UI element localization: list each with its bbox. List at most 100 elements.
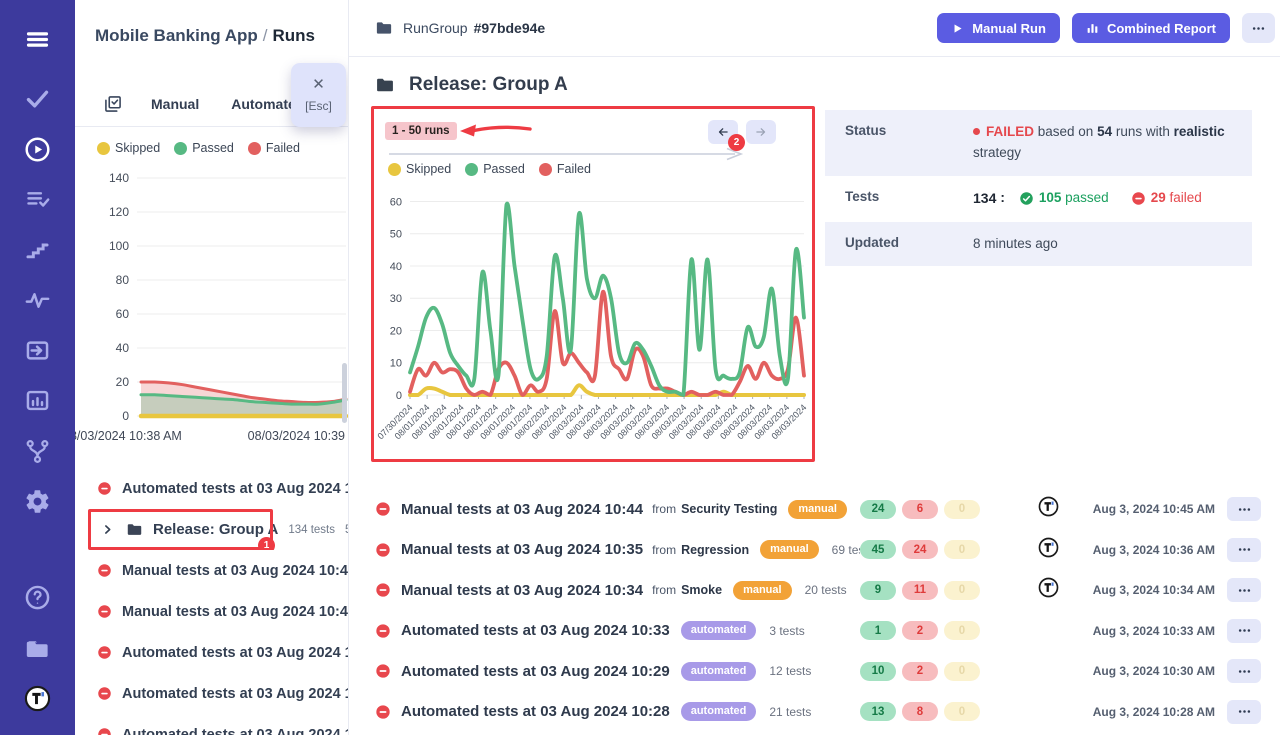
failed-chip: 2 — [902, 621, 938, 640]
app-root: Mobile Banking App/Runs Manual Automated… — [0, 0, 1280, 735]
skipped-dot-icon — [97, 142, 110, 155]
run-more-button[interactable] — [1227, 700, 1261, 724]
run-row[interactable]: Automated tests at 03 Aug 2024 10:28auto… — [375, 692, 1261, 733]
ellipsis-icon — [1237, 542, 1252, 557]
project-title[interactable]: Mobile Banking App — [95, 26, 258, 45]
legend-item-failed[interactable]: Failed — [539, 162, 591, 176]
sidebar-item-list-check[interactable] — [23, 186, 53, 213]
failed-status-icon — [97, 645, 112, 660]
ellipsis-icon — [1237, 664, 1252, 679]
next-page-button[interactable] — [746, 120, 776, 144]
combined-report-label: Combined Report — [1107, 21, 1216, 36]
run-list-item[interactable]: Automated tests at 03 Aug 2024 10 — [75, 673, 348, 714]
run-more-button[interactable] — [1227, 538, 1261, 562]
legend-item-passed[interactable]: Passed — [465, 162, 525, 176]
legend-item-skipped[interactable]: Skipped — [97, 141, 160, 155]
sidebar-item-logo[interactable] — [23, 685, 53, 712]
run-label: Automated tests at 03 Aug 2024 10 — [122, 645, 348, 661]
breadcrumb-separator: / — [258, 26, 273, 45]
run-result-chips: 9110 — [860, 581, 980, 600]
failed-chip: 2 — [902, 662, 938, 681]
run-list-item[interactable]: Automated tests at 03 Aug 2024 10 — [75, 632, 348, 673]
run-result-chips: 1380 — [860, 702, 980, 721]
legend-label: Passed — [483, 162, 525, 176]
run-more-button[interactable] — [1227, 497, 1261, 521]
passed-chip: 1 — [860, 621, 896, 640]
sidebar-item-menu[interactable] — [23, 26, 53, 53]
legend-item-failed[interactable]: Failed — [248, 141, 300, 155]
sidebar-item-projects[interactable] — [23, 634, 53, 661]
run-group-tests-count: 134 tests — [288, 524, 335, 536]
run-list-item[interactable]: Automated tests at 03 Aug 2024 10 — [75, 468, 348, 509]
sidebar-item-sign-in[interactable] — [23, 337, 53, 364]
legend-item-passed[interactable]: Passed — [174, 141, 234, 155]
run-source: Security Testing — [681, 502, 777, 516]
run-more-button[interactable] — [1227, 578, 1261, 602]
folder-icon — [375, 75, 395, 95]
updated-row: Updated 8 minutes ago — [825, 222, 1252, 267]
run-title: Automated tests at 03 Aug 2024 10:29 — [401, 663, 670, 680]
sidebar-item-play-circle[interactable] — [23, 136, 53, 163]
status-run-count: 54 — [1097, 124, 1112, 139]
mini-chart-x-axis: 08/03/2024 10:38 AM 08/03/2024 10:39 — [75, 429, 345, 443]
run-list-item[interactable]: Manual tests at 03 Aug 2024 10:43 — [75, 550, 348, 591]
sidebar-item-help[interactable] — [23, 584, 53, 611]
run-row[interactable]: Manual tests at 03 Aug 2024 10:44fromSec… — [375, 489, 1261, 530]
sidebar-item-check[interactable] — [23, 85, 53, 112]
close-icon[interactable]: ✕ — [312, 77, 325, 92]
legend-item-skipped[interactable]: Skipped — [388, 162, 451, 176]
failed-chip: 8 — [902, 702, 938, 721]
tests-value: 134: 105 passed 29 failed — [973, 188, 1202, 210]
run-row[interactable]: Automated tests at 03 Aug 2024 10:29 auto… — [375, 651, 1261, 692]
svg-text:80: 80 — [116, 273, 130, 287]
legend-label: Failed — [557, 162, 591, 176]
failed-status-icon — [375, 623, 391, 639]
run-from-label: from — [652, 583, 676, 597]
run-row[interactable]: Automated tests at 03 Aug 2024 10:33auto… — [375, 611, 1261, 652]
run-row-main: Manual tests at 03 Aug 2024 10:35fromReg… — [375, 540, 860, 559]
run-row-main: Manual tests at 03 Aug 2024 10:44fromSec… — [375, 500, 860, 519]
run-row[interactable]: Manual tests at 03 Aug 2024 10:35fromReg… — [375, 530, 1261, 571]
release-overview: 1 - 50 runs 2 — [349, 106, 1280, 462]
passed-chip: 10 — [860, 662, 896, 681]
tests-passed: 105 passed — [1039, 188, 1109, 209]
svg-text:0: 0 — [396, 390, 402, 402]
chart-pager: 2 — [708, 120, 776, 144]
run-list-item[interactable]: Automated tests at 03 Aug 2024 10 — [75, 714, 348, 735]
run-list-item[interactable]: Manual tests at 03 Aug 2024 10:42 — [75, 591, 348, 632]
updated-label: Updated — [845, 234, 973, 255]
passed-chip: 45 — [860, 540, 896, 559]
sidebar-item-steps[interactable] — [23, 236, 53, 263]
manual-run-button[interactable]: Manual Run — [937, 13, 1060, 43]
run-more-button[interactable] — [1227, 659, 1261, 683]
tests-colon: : — [1000, 188, 1005, 209]
sidebar-item-settings[interactable] — [23, 488, 53, 515]
reporter-logo-icon — [1038, 537, 1059, 558]
failed-dot-icon — [973, 128, 980, 135]
annotation-badge-1: 1 — [258, 537, 275, 550]
select-runs-icon[interactable] — [103, 94, 123, 114]
legend-label: Skipped — [406, 162, 451, 176]
run-tests-count: 20 tests — [805, 583, 847, 597]
sidebar-item-branch[interactable] — [23, 438, 53, 465]
skipped-chip: 0 — [944, 540, 980, 559]
prev-page-button[interactable]: 2 — [708, 120, 738, 144]
sidebar-item-report[interactable] — [23, 387, 53, 414]
tab-manual[interactable]: Manual — [151, 96, 199, 112]
run-type-badge: automated — [681, 662, 757, 681]
run-title: Manual tests at 03 Aug 2024 10:34 — [401, 582, 643, 599]
failed-status-icon — [97, 563, 112, 578]
failed-chip: 11 — [902, 581, 938, 600]
status-value: FAILED based on 54 runs with realistic s… — [973, 122, 1236, 164]
run-more-button[interactable] — [1227, 619, 1261, 643]
svg-text:140: 140 — [109, 171, 129, 185]
status-text: runs with — [1112, 124, 1174, 139]
sidebar-item-activity[interactable] — [23, 287, 53, 314]
run-group-item[interactable]: Release: Group A134 tests54 r1 — [75, 509, 348, 550]
more-actions-button[interactable] — [1242, 13, 1275, 43]
run-row[interactable]: Manual tests at 03 Aug 2024 10:34fromSmo… — [375, 570, 1261, 611]
combined-report-button[interactable]: Combined Report — [1072, 13, 1230, 43]
panel-scrollbar[interactable] — [342, 363, 347, 423]
svg-text:50: 50 — [390, 229, 402, 241]
release-details: Status FAILED based on 54 runs with real… — [825, 110, 1252, 462]
